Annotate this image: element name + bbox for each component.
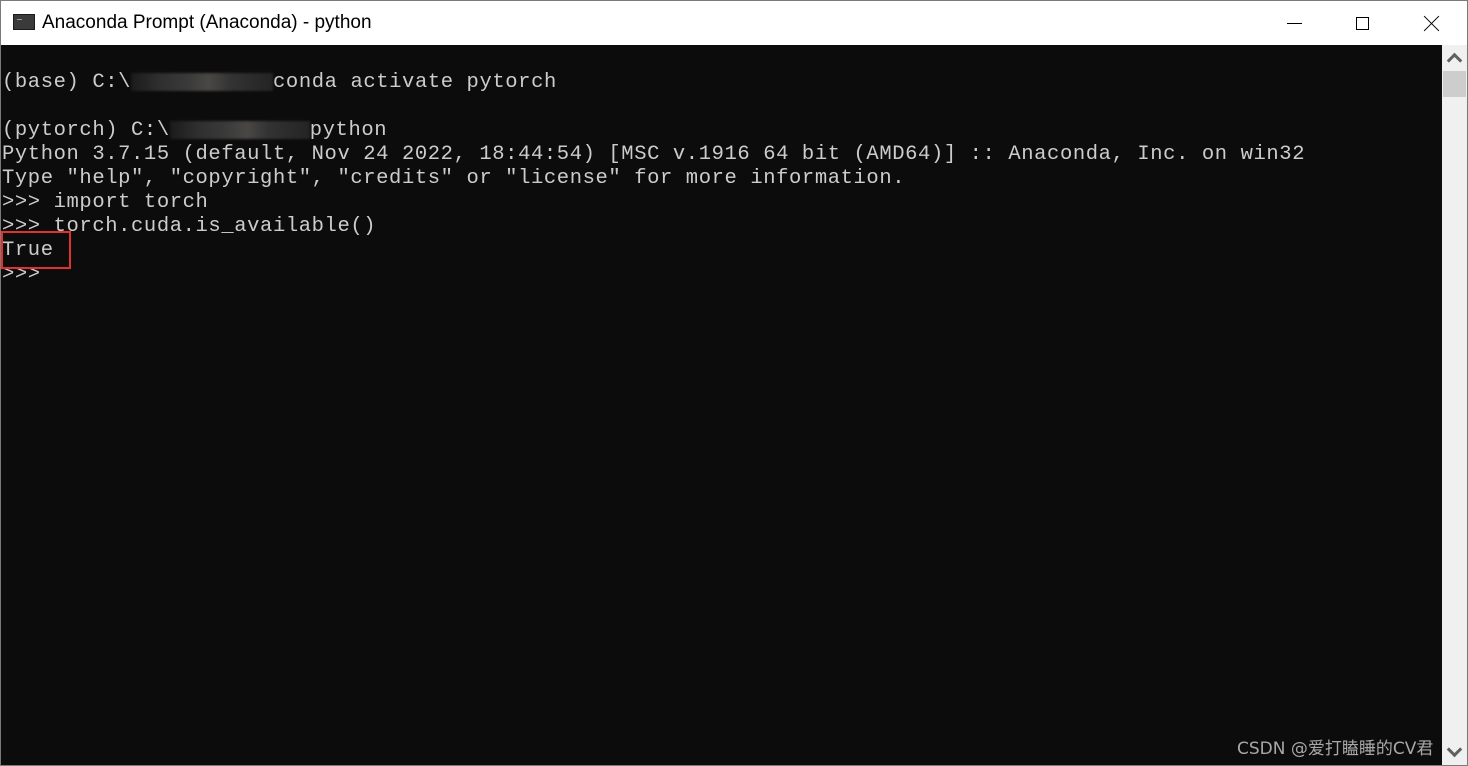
console-line: (base) C:\ conda activate pytorch bbox=[2, 71, 557, 95]
close-icon bbox=[1424, 15, 1440, 31]
console-output[interactable]: (base) C:\ conda activate pytorch (pytorc… bbox=[1, 45, 1441, 765]
maximize-button[interactable] bbox=[1339, 1, 1385, 45]
console-line: Type "help", "copyright", "credits" or "… bbox=[2, 167, 906, 190]
chevron-down-icon bbox=[1446, 741, 1463, 758]
window-title: Anaconda Prompt (Anaconda) - python bbox=[42, 12, 372, 33]
console-line: Python 3.7.15 (default, Nov 24 2022, 18:… bbox=[2, 143, 1306, 166]
console-icon bbox=[13, 14, 35, 30]
minimize-icon bbox=[1286, 22, 1302, 24]
minimize-button[interactable] bbox=[1271, 1, 1317, 45]
console-line: >>> import torch bbox=[2, 191, 209, 214]
vertical-scrollbar[interactable] bbox=[1442, 45, 1467, 765]
console-line: (pytorch) C:\ python bbox=[2, 119, 387, 143]
close-button[interactable] bbox=[1409, 1, 1455, 45]
watermark: CSDN @爱打瞌睡的CV君 bbox=[1237, 739, 1434, 759]
scroll-up-button[interactable] bbox=[1442, 47, 1467, 69]
highlight-box bbox=[1, 231, 71, 269]
command-text: python bbox=[309, 119, 388, 142]
redacted-path bbox=[131, 72, 274, 91]
prompt-prefix: (pytorch) C:\ bbox=[2, 119, 170, 142]
console-window: Anaconda Prompt (Anaconda) - python (bas… bbox=[0, 0, 1468, 766]
prompt-prefix: (base) C:\ bbox=[2, 71, 132, 94]
chevron-up-icon bbox=[1446, 52, 1463, 69]
scroll-thumb[interactable] bbox=[1443, 71, 1466, 97]
redacted-path bbox=[169, 120, 310, 139]
command-text: conda activate pytorch bbox=[273, 71, 557, 94]
title-bar[interactable]: Anaconda Prompt (Anaconda) - python bbox=[1, 1, 1467, 45]
maximize-icon bbox=[1355, 16, 1369, 30]
scroll-down-button[interactable] bbox=[1442, 741, 1467, 763]
